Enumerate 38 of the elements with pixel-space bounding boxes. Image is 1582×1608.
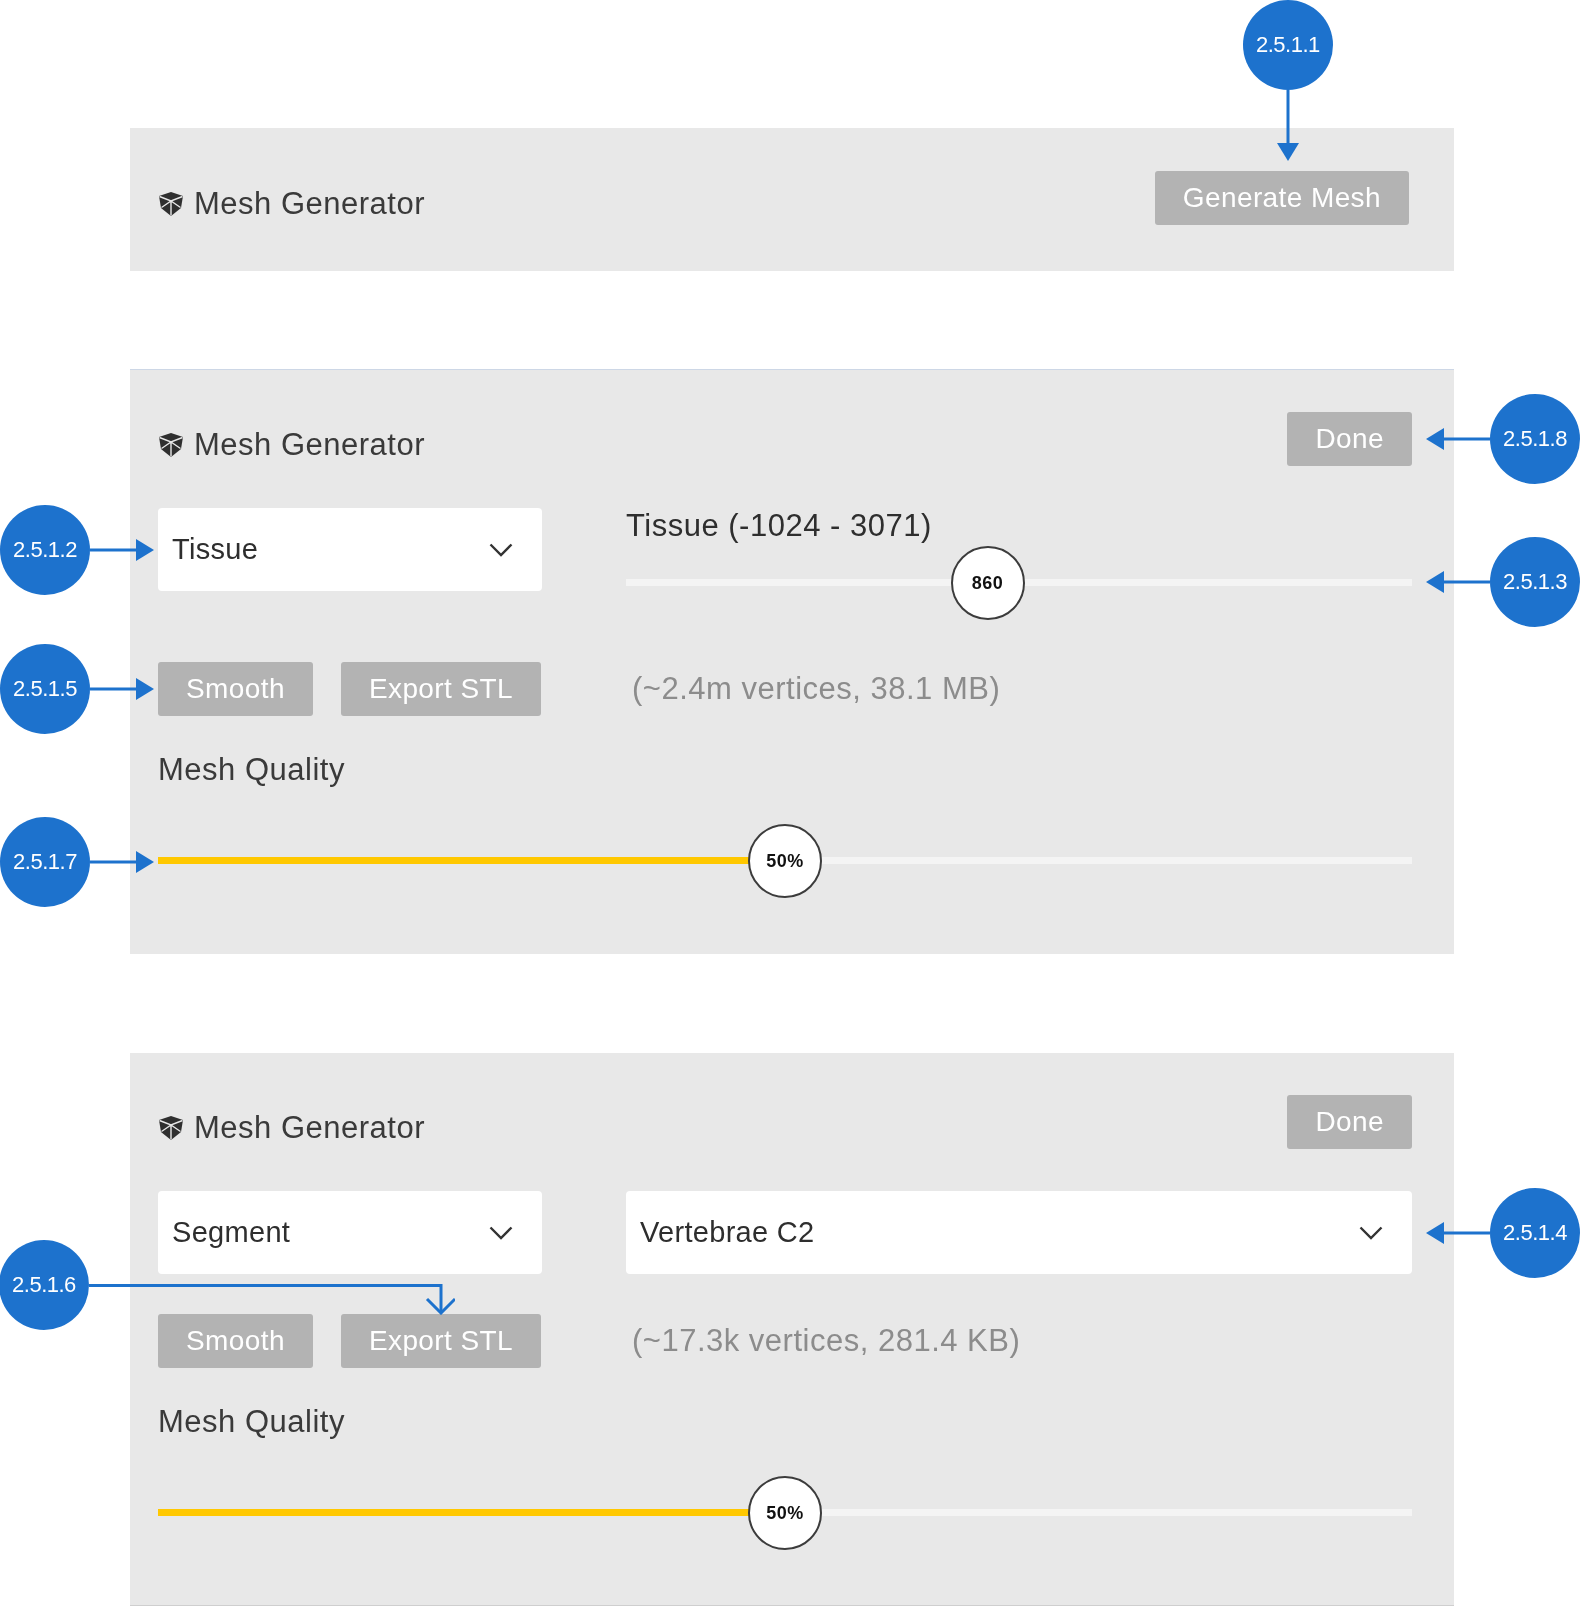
mesh-size-info: (~17.3k vertices, 281.4 KB) <box>632 1323 1021 1359</box>
leader-arrow <box>90 537 154 562</box>
leader-arrow <box>1426 570 1490 594</box>
panel-title: Mesh Generator <box>194 427 425 463</box>
chevron-down-icon <box>489 1225 513 1240</box>
polyhedron-icon <box>158 1115 184 1141</box>
leader-arrow <box>1426 1220 1490 1245</box>
polyhedron-icon <box>158 432 184 458</box>
polyhedron-icon <box>158 191 184 217</box>
leader-arrow <box>90 677 154 701</box>
mode-dropdown[interactable]: Tissue <box>158 508 542 591</box>
callout-marker: 2.5.1.1 <box>1242 0 1333 90</box>
slider-thumb[interactable]: 50% <box>748 824 822 898</box>
callout-marker: 2.5.1.7 <box>0 816 90 907</box>
callout-marker: 2.5.1.6 <box>0 1240 89 1330</box>
mesh-quality-label: Mesh Quality <box>158 752 345 788</box>
chevron-down-icon <box>489 542 513 557</box>
panel-title: Mesh Generator <box>194 1110 425 1146</box>
structure-dropdown[interactable]: Vertebrae C2 <box>626 1191 1412 1274</box>
threshold-slider[interactable]: 860 <box>626 546 1412 620</box>
callout-marker: 2.5.1.8 <box>1490 394 1580 484</box>
callout-marker: 2.5.1.3 <box>1490 537 1580 627</box>
mesh-size-info: (~2.4m vertices, 38.1 MB) <box>632 671 1001 707</box>
quality-slider[interactable]: 50% <box>158 824 1412 899</box>
leader-arrow <box>90 849 154 874</box>
chevron-down-icon <box>1359 1225 1383 1240</box>
leader-arrow <box>1275 90 1300 161</box>
callout-marker: 2.5.1.2 <box>0 504 90 595</box>
mesh-quality-label: Mesh Quality <box>158 1404 345 1440</box>
mode-dropdown[interactable]: Segment <box>158 1191 542 1274</box>
slider-thumb[interactable]: 50% <box>748 1476 822 1550</box>
panel-title: Mesh Generator <box>194 186 425 222</box>
callout-marker: 2.5.1.4 <box>1490 1187 1580 1278</box>
leader-arrow <box>1426 427 1490 451</box>
slider-thumb[interactable]: 860 <box>950 546 1025 620</box>
callout-marker: 2.5.1.5 <box>0 644 90 734</box>
threshold-label: Tissue (-1024 - 3071) <box>626 508 933 544</box>
quality-slider[interactable]: 50% <box>158 1476 1412 1551</box>
